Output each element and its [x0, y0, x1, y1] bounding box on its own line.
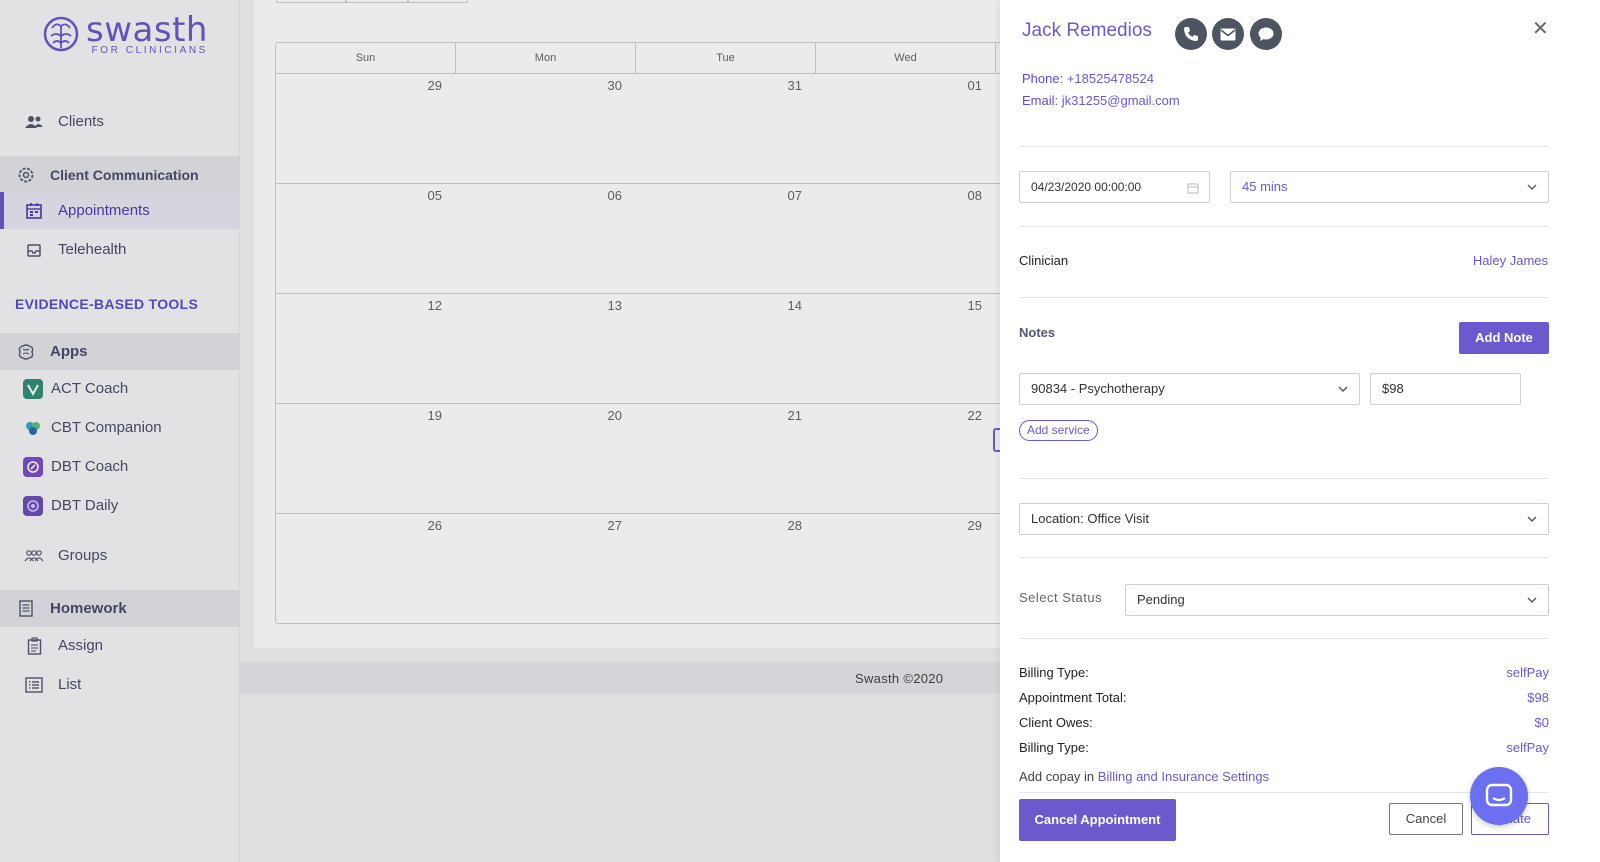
clinician-label: Clinician — [1019, 253, 1069, 268]
chat-icon — [1485, 783, 1513, 807]
billing-value: $98 — [1527, 690, 1549, 705]
client-phone: Phone: +18525478524 — [1022, 71, 1154, 86]
billing-settings-link[interactable]: Billing and Insurance Settings — [1098, 769, 1269, 784]
message-button[interactable] — [1250, 18, 1282, 50]
billing-row: Billing Type: selfPay — [1019, 665, 1549, 683]
duration-value: 45 mins — [1242, 179, 1288, 194]
add-note-button[interactable]: Add Note — [1459, 322, 1549, 354]
billing-label: Billing Type: — [1019, 665, 1089, 680]
cancel-button[interactable]: Cancel — [1389, 803, 1463, 835]
duration-select[interactable]: 45 mins — [1230, 171, 1549, 203]
location-select[interactable]: Location: Office Visit — [1019, 503, 1549, 535]
service-select[interactable]: 90834 - Psychotherapy — [1019, 373, 1360, 405]
divider — [1019, 478, 1549, 479]
cancel-appointment-button[interactable]: Cancel Appointment — [1019, 799, 1176, 841]
datetime-value: 04/23/2020 00:00:00 — [1031, 180, 1142, 194]
divider — [1019, 638, 1549, 639]
clinician-name[interactable]: Haley James — [1473, 253, 1548, 268]
client-email: Email: jk31255@gmail.com — [1022, 93, 1180, 108]
client-name: Jack Remedios — [1022, 20, 1152, 41]
email-link[interactable]: jk31255@gmail.com — [1062, 93, 1180, 108]
status-value: Pending — [1137, 592, 1185, 607]
envelope-icon — [1220, 28, 1236, 40]
status-select[interactable]: Pending — [1125, 584, 1549, 616]
chevron-down-icon — [1527, 184, 1537, 190]
chevron-down-icon — [1338, 386, 1348, 392]
phone-label: Phone: — [1022, 71, 1064, 86]
billing-row: Billing Type: selfPay — [1019, 740, 1549, 758]
support-chat-button[interactable] — [1470, 767, 1528, 825]
price-input[interactable]: $98 — [1370, 373, 1521, 405]
billing-row: Appointment Total: $98 — [1019, 690, 1549, 708]
status-label: Select Status — [1019, 590, 1103, 605]
billing-label: Billing Type: — [1019, 740, 1089, 755]
phone-link[interactable]: +18525478524 — [1067, 71, 1154, 86]
billing-label: Client Owes: — [1019, 715, 1093, 730]
modal-backdrop[interactable] — [0, 0, 1000, 862]
email-button[interactable] — [1212, 18, 1244, 50]
call-button[interactable] — [1175, 18, 1207, 50]
price-value: $98 — [1382, 381, 1404, 396]
datetime-picker[interactable]: 04/23/2020 00:00:00 — [1019, 171, 1210, 203]
divider — [1019, 557, 1549, 558]
divider — [1019, 146, 1549, 147]
divider — [1019, 297, 1549, 298]
close-icon[interactable]: ✕ — [1532, 16, 1549, 41]
billing-row: Client Owes: $0 — [1019, 715, 1549, 733]
chevron-down-icon — [1527, 597, 1537, 603]
location-value: Location: Office Visit — [1031, 511, 1150, 526]
appointment-drawer: Jack Remedios ✕ Phone: +18525478524 Emai… — [1000, 0, 1600, 862]
add-service-button[interactable]: Add service — [1019, 420, 1098, 441]
phone-icon — [1184, 27, 1198, 41]
copay-prefix: Add copay in — [1019, 769, 1098, 784]
service-value: 90834 - Psychotherapy — [1031, 381, 1165, 396]
billing-value: selfPay — [1506, 665, 1549, 680]
billing-value: $0 — [1534, 715, 1549, 730]
notes-label: Notes — [1019, 325, 1056, 340]
calendar-icon — [1187, 183, 1199, 194]
email-label: Email: — [1022, 93, 1059, 108]
billing-value: selfPay — [1506, 740, 1549, 755]
copay-hint: Add copay in Billing and Insurance Setti… — [1019, 769, 1549, 787]
chevron-down-icon — [1527, 516, 1537, 522]
chat-icon — [1258, 27, 1274, 41]
billing-label: Appointment Total: — [1019, 690, 1127, 705]
divider — [1019, 226, 1549, 227]
